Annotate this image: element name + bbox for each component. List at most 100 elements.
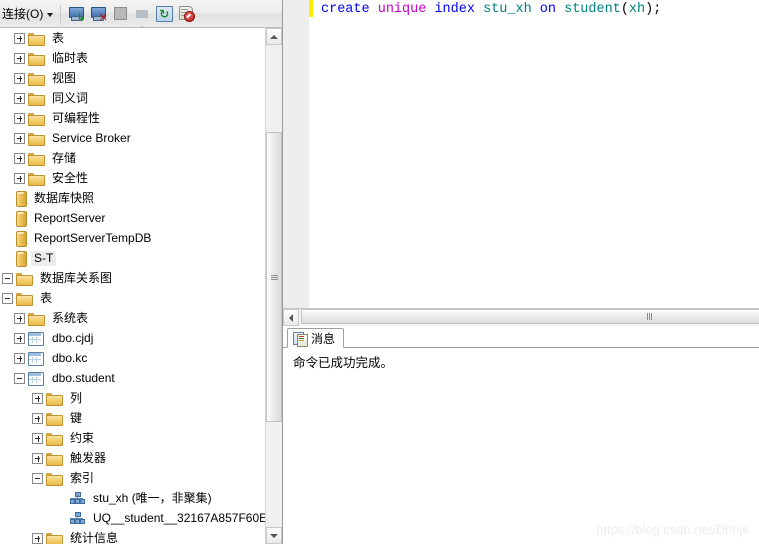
scrollbar-thumb[interactable] [266, 132, 282, 422]
tree-item-label: dbo.kc [52, 350, 88, 365]
tree-item[interactable]: 系统表 [0, 308, 263, 328]
expand-icon[interactable] [14, 312, 25, 324]
tree-item[interactable]: 触发器 [0, 448, 263, 468]
tree-item[interactable]: 约束 [0, 428, 263, 448]
tree-item[interactable]: 数据库快照 [0, 188, 263, 208]
collapse-icon[interactable] [2, 272, 13, 284]
expand-icon[interactable] [32, 452, 43, 464]
expand-icon[interactable] [14, 172, 25, 184]
object-explorer-toolbar: 连接(O) ↳ ✕ ↻ [0, 0, 282, 28]
refresh-button[interactable]: ↻ [153, 3, 175, 25]
disconnect-button[interactable]: ✕ [87, 3, 109, 25]
expand-icon[interactable] [14, 132, 25, 144]
tree-item[interactable]: 表 [0, 28, 263, 48]
script-stop-button[interactable] [175, 3, 197, 25]
collapse-icon[interactable] [32, 472, 43, 484]
expand-icon[interactable] [32, 532, 43, 544]
collapse-icon[interactable] [2, 292, 13, 304]
sql-code-text[interactable]: create unique index stu_xh on student(xh… [313, 0, 759, 308]
tree-item[interactable]: 视图 [0, 68, 263, 88]
tree-item-label: 数据库关系图 [40, 270, 113, 285]
expand-icon[interactable] [14, 332, 25, 344]
explorer-vertical-scrollbar[interactable] [265, 28, 282, 544]
tab-messages[interactable]: 消息 [287, 328, 345, 348]
scroll-up-button[interactable] [266, 28, 282, 45]
folder-icon [28, 92, 45, 106]
hscrollbar-grip-icon [646, 313, 652, 320]
folder-icon [16, 272, 33, 286]
sql-token: index [434, 2, 475, 17]
expand-icon[interactable] [14, 152, 25, 164]
expand-icon[interactable] [32, 432, 43, 444]
tab-messages-label: 消息 [311, 331, 336, 346]
folder-icon [46, 432, 63, 446]
tree-item[interactable]: Service Broker [0, 128, 263, 148]
scroll-left-button[interactable] [283, 309, 299, 326]
expand-icon[interactable] [14, 52, 25, 64]
tree-item[interactable]: 安全性 [0, 168, 263, 188]
scrollbar-grip-icon [270, 274, 278, 280]
expand-icon[interactable] [14, 32, 25, 44]
tree-item[interactable]: dbo.cjdj [0, 328, 263, 348]
tree-item[interactable]: dbo.kc [0, 348, 263, 368]
query-area: create unique index stu_xh on student(xh… [283, 0, 759, 544]
tree-item[interactable]: UQ__student__32167A857F60E [0, 508, 267, 528]
tree-item[interactable]: 列 [0, 388, 263, 408]
connect-dropdown-label: 连接(O) [2, 7, 44, 21]
stop-button[interactable] [109, 3, 131, 25]
expand-icon[interactable] [14, 92, 25, 104]
expand-icon[interactable] [32, 392, 43, 404]
tree-item[interactable]: dbo.student [0, 368, 263, 388]
tree-item[interactable]: 临时表 [0, 48, 263, 68]
folder-icon [46, 532, 63, 544]
tree-item-label: Service Broker [52, 130, 131, 145]
connect-dropdown-button[interactable]: 连接(O) [1, 3, 56, 25]
hscrollbar-thumb[interactable] [301, 309, 759, 324]
table-icon [28, 351, 44, 366]
filter-button[interactable] [131, 3, 153, 27]
tree-item[interactable]: 索引 [0, 468, 263, 488]
tree-item[interactable]: S-T [0, 248, 263, 268]
results-tab-bar: 消息 [283, 326, 759, 348]
ssms-window: 连接(O) ↳ ✕ ↻ 表 临时表 视图 同义词 可编程性 Service Br… [0, 0, 759, 544]
editor-horizontal-scrollbar[interactable] [283, 308, 759, 326]
hscroll-track[interactable] [299, 309, 759, 326]
tree-item[interactable]: ReportServerTempDB [0, 228, 263, 248]
tree-item[interactable]: ReportServer [0, 208, 263, 228]
tree-item[interactable]: 数据库关系图 [0, 268, 263, 288]
folder-icon [28, 72, 45, 86]
object-explorer-tree[interactable]: 表临时表 视图 同义词 可编程性 Service Broker 存储 安全性 数据库快照 Rep… [0, 28, 282, 544]
script-stop-icon [178, 6, 195, 22]
connect-button[interactable]: ↳ [65, 3, 87, 25]
tree-item-label: 索引 [70, 470, 95, 485]
expand-icon[interactable] [32, 412, 43, 424]
tree-item[interactable]: 键 [0, 408, 263, 428]
expand-icon[interactable] [14, 72, 25, 84]
folder-icon [46, 452, 63, 466]
folder-icon [28, 312, 45, 326]
stop-icon [113, 7, 127, 20]
tree-item[interactable]: 同义词 [0, 88, 263, 108]
message-text: 命令已成功完成。 [293, 356, 394, 370]
editor-gutter [283, 0, 309, 308]
folder-icon [28, 112, 45, 126]
folder-icon [16, 292, 33, 306]
tree-item[interactable]: 统计信息 [0, 528, 263, 544]
database-icon [16, 191, 27, 207]
watermark-text: https://blog.csdn.net/Dhhjk [596, 523, 749, 537]
collapse-icon[interactable] [14, 372, 25, 384]
tree-item[interactable]: 表 [0, 288, 263, 308]
folder-icon [28, 132, 45, 146]
sql-editor[interactable]: create unique index stu_xh on student(xh… [283, 0, 759, 308]
tree-item[interactable]: stu_xh (唯一，非聚集) [0, 488, 263, 508]
scroll-down-button[interactable] [266, 527, 282, 544]
refresh-icon: ↻ [155, 5, 173, 22]
expand-icon[interactable] [14, 112, 25, 124]
expand-icon[interactable] [14, 352, 25, 364]
tree-item[interactable]: 存储 [0, 148, 263, 168]
tree-item[interactable]: 可编程性 [0, 108, 263, 128]
